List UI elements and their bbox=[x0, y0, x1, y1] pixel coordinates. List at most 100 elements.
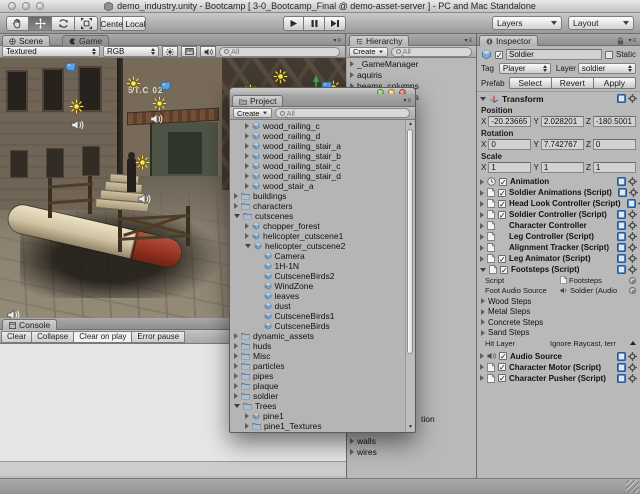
scale-y-field[interactable]: 1 bbox=[541, 162, 584, 173]
component-enabled-checkbox[interactable]: ✓ bbox=[498, 255, 506, 263]
note-gizmo[interactable] bbox=[65, 62, 76, 73]
light-gizmo-icon[interactable] bbox=[69, 99, 84, 114]
project-item[interactable]: pipes bbox=[230, 371, 405, 381]
footsteps-foldout-metal-steps[interactable]: Metal Steps bbox=[477, 307, 640, 318]
scene-lighting-toggle[interactable] bbox=[162, 46, 178, 57]
static-checkbox[interactable] bbox=[605, 51, 613, 59]
foldout-open-icon[interactable] bbox=[245, 244, 251, 248]
gear-icon[interactable] bbox=[628, 177, 637, 186]
layers-dropdown[interactable]: Layers bbox=[492, 16, 562, 30]
audio-source-gizmo[interactable] bbox=[150, 113, 163, 125]
help-book-icon[interactable] bbox=[617, 177, 626, 186]
tag-dropdown[interactable]: Player bbox=[499, 63, 551, 74]
pause-button[interactable] bbox=[304, 16, 325, 31]
foldout-closed-icon[interactable] bbox=[480, 179, 484, 185]
help-book-icon[interactable] bbox=[617, 210, 626, 219]
component-row[interactable]: Leg Controller (Script) bbox=[477, 231, 640, 242]
gameobject-enabled-checkbox[interactable]: ✓ bbox=[495, 51, 503, 59]
hierarchy-item[interactable]: _GameManager bbox=[347, 58, 476, 69]
component-row[interactable]: ✓Animation bbox=[477, 176, 640, 187]
hierarchy-item[interactable]: aquiris bbox=[347, 69, 476, 80]
panel-menu-icon[interactable]: ▾≡ bbox=[464, 37, 473, 44]
project-item[interactable]: wood_railing_stair_b bbox=[230, 151, 405, 161]
scroll-down-icon[interactable]: ▼ bbox=[408, 424, 413, 430]
console-clear-on-play-button[interactable]: Clear on play bbox=[74, 331, 132, 343]
foldout-closed-icon[interactable] bbox=[245, 153, 249, 159]
foldout-closed-icon[interactable] bbox=[350, 61, 354, 67]
help-book-icon[interactable] bbox=[618, 188, 627, 197]
foldout-closed-icon[interactable] bbox=[245, 143, 249, 149]
foldout-closed-icon[interactable] bbox=[480, 223, 484, 229]
project-item[interactable]: CutsceneBirds1 bbox=[230, 311, 405, 321]
rotate-tool-button[interactable] bbox=[52, 16, 75, 31]
tab-game[interactable]: Game bbox=[62, 35, 109, 46]
rotation-z-field[interactable]: 0 bbox=[593, 139, 636, 150]
foldout-closed-icon[interactable] bbox=[245, 233, 249, 239]
foldout-closed-icon[interactable] bbox=[234, 333, 238, 339]
foldout-closed-icon[interactable] bbox=[481, 319, 485, 325]
foldout-closed-icon[interactable] bbox=[245, 173, 249, 179]
audio-source-gizmo[interactable] bbox=[7, 309, 20, 318]
foldout-closed-icon[interactable] bbox=[350, 438, 354, 444]
tab-scene[interactable]: Scene bbox=[2, 35, 50, 46]
help-book-icon[interactable] bbox=[617, 232, 626, 241]
light-gizmo-icon[interactable] bbox=[135, 155, 150, 170]
component-row[interactable]: ✓Footsteps (Script) bbox=[477, 264, 640, 275]
project-item[interactable]: cutscenes bbox=[230, 211, 405, 221]
component-enabled-checkbox[interactable]: ✓ bbox=[498, 200, 506, 208]
component-row[interactable]: ✓Soldier Animations (Script) bbox=[477, 187, 640, 198]
foldout-closed-icon[interactable] bbox=[234, 343, 238, 349]
project-item[interactable]: dust bbox=[230, 301, 405, 311]
help-book-icon[interactable] bbox=[617, 363, 626, 372]
project-item[interactable]: Trees bbox=[230, 401, 405, 411]
play-button[interactable] bbox=[283, 16, 304, 31]
tab-hierarchy[interactable]: Hierarchy bbox=[349, 35, 409, 46]
light-gizmo[interactable] bbox=[69, 99, 84, 114]
light-gizmo[interactable] bbox=[126, 76, 141, 91]
component-enabled-checkbox[interactable]: ✓ bbox=[500, 266, 508, 274]
panel-menu-icon[interactable]: ▾≡ bbox=[403, 97, 412, 104]
foldout-open-icon[interactable] bbox=[234, 214, 240, 218]
transform-component-header[interactable]: Transform bbox=[477, 91, 640, 105]
light-gizmo[interactable] bbox=[152, 96, 167, 111]
foldout-closed-icon[interactable] bbox=[234, 203, 238, 209]
scale-x-field[interactable]: 1 bbox=[488, 162, 531, 173]
prefab-revert-button[interactable]: Revert bbox=[552, 77, 594, 89]
project-item[interactable]: pine1_Textures bbox=[230, 421, 405, 431]
light-gizmo-icon[interactable] bbox=[126, 76, 141, 91]
gear-icon[interactable] bbox=[628, 352, 637, 361]
gear-icon[interactable] bbox=[628, 254, 637, 263]
gear-icon[interactable] bbox=[628, 94, 637, 103]
minimize-window-button[interactable] bbox=[22, 2, 30, 10]
foldout-closed-icon[interactable] bbox=[234, 383, 238, 389]
component-row[interactable]: ✓Character Pusher (Script) bbox=[477, 373, 640, 384]
audio-gizmo-icon[interactable] bbox=[150, 113, 163, 125]
help-book-icon[interactable] bbox=[617, 243, 626, 252]
component-enabled-checkbox[interactable]: ✓ bbox=[499, 178, 507, 186]
foldout-closed-icon[interactable] bbox=[481, 298, 485, 304]
console-collapse-button[interactable]: Collapse bbox=[32, 331, 74, 343]
audio-source-gizmo[interactable] bbox=[138, 193, 151, 205]
project-item[interactable]: huds bbox=[230, 341, 405, 351]
component-row[interactable]: ✓Soldier Controller (Script) bbox=[477, 209, 640, 220]
project-item[interactable]: Camera bbox=[230, 251, 405, 261]
lock-icon[interactable] bbox=[617, 37, 624, 45]
object-picker-icon[interactable] bbox=[629, 287, 636, 294]
scene-audio-toggle[interactable] bbox=[200, 46, 216, 57]
foldout-closed-icon[interactable] bbox=[480, 245, 484, 251]
gear-icon[interactable] bbox=[628, 363, 637, 372]
help-book-icon[interactable] bbox=[617, 352, 626, 361]
tab-project[interactable]: Project bbox=[232, 95, 283, 106]
hierarchy-create-button[interactable]: Create bbox=[349, 47, 388, 57]
zoom-window-button[interactable] bbox=[36, 2, 44, 10]
hand-tool-button[interactable] bbox=[6, 16, 29, 31]
project-item[interactable]: wood_stair_a bbox=[230, 181, 405, 191]
light-gizmo-icon[interactable] bbox=[152, 96, 167, 111]
footsteps-foldout-sand-steps[interactable]: Sand Steps bbox=[477, 328, 640, 339]
gear-icon[interactable] bbox=[629, 188, 638, 197]
help-book-icon[interactable] bbox=[617, 265, 626, 274]
light-gizmo[interactable] bbox=[273, 69, 288, 84]
component-row[interactable]: ✓Audio Source bbox=[477, 351, 640, 362]
foldout-closed-icon[interactable] bbox=[480, 234, 484, 240]
script-value[interactable]: Footsteps bbox=[569, 276, 602, 285]
